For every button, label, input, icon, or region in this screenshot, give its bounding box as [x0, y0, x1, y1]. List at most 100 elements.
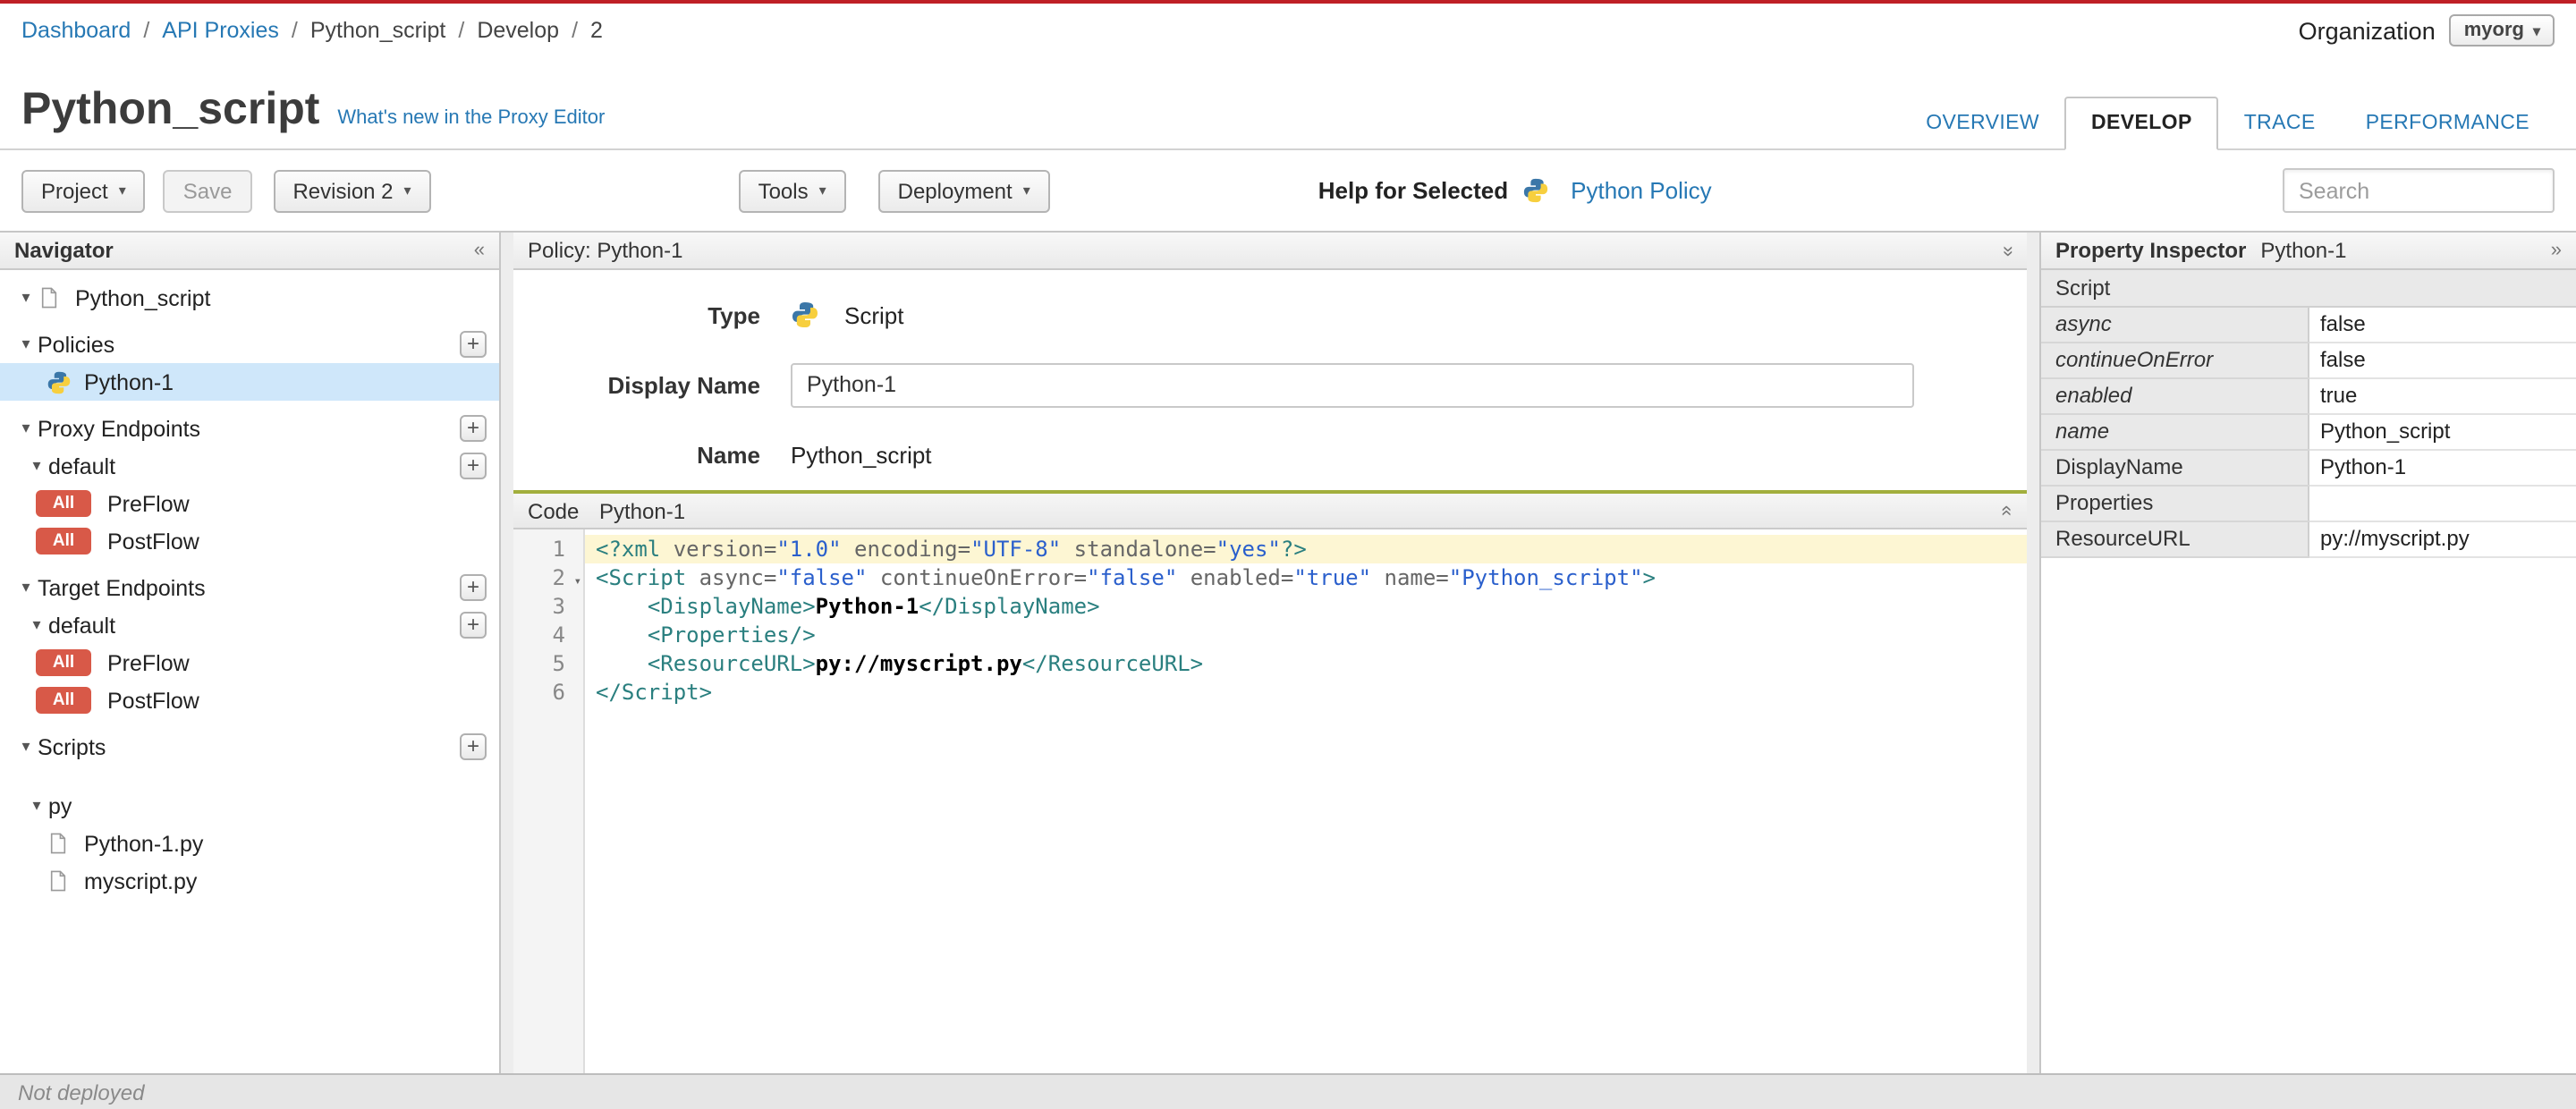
caret-down-icon[interactable]: ▾ — [25, 796, 48, 816]
tree-section-target-endpoints[interactable]: ▾ Target Endpoints + — [0, 569, 499, 606]
caret-down-icon[interactable]: ▾ — [14, 334, 38, 354]
tree-item-proxy-root[interactable]: ▾ Python_script — [0, 279, 499, 317]
tree-item-target-default[interactable]: ▾ default + — [0, 606, 499, 644]
caret-down-icon: ▾ — [403, 182, 411, 199]
code-gutter: 1 2 ▾ 3 4 5 6 — [513, 529, 585, 1073]
display-name-row: Display Name — [513, 361, 2027, 408]
collapse-navigator-icon[interactable]: « — [474, 240, 485, 260]
expand-inspector-icon[interactable]: » — [2551, 240, 2562, 260]
tab-performance[interactable]: PERFORMANCE — [2341, 98, 2555, 148]
breadcrumb-separator: / — [291, 18, 298, 43]
code-editor[interactable]: 1 2 ▾ 3 4 5 6 <?xml version="1.0" encoding="UT… — [513, 529, 2027, 1073]
deployment-button[interactable]: Deployment ▾ — [877, 169, 1050, 212]
top-bar: Dashboard / API Proxies / Python_script … — [0, 4, 2576, 57]
add-script-button[interactable]: + — [460, 733, 487, 760]
add-target-endpoint-button[interactable]: + — [460, 574, 487, 601]
property-inspector-pane: Property Inspector Python-1 » Script asy… — [2039, 233, 2576, 1073]
tree-item-label: PreFlow — [107, 650, 190, 675]
all-badge: All — [36, 490, 91, 517]
breadcrumb-revision: 2 — [590, 18, 603, 43]
caret-down-icon[interactable]: ▾ — [14, 288, 38, 308]
search-input[interactable] — [2283, 168, 2555, 213]
code-line[interactable]: </Script> — [585, 678, 2027, 707]
tree-item-python-1-py[interactable]: Python-1.py — [0, 825, 499, 862]
tree-item-label: Proxy Endpoints — [38, 416, 201, 441]
breadcrumb-develop: Develop — [477, 18, 560, 43]
tree-item-python-1[interactable]: Python-1 — [0, 363, 499, 401]
code-line[interactable]: <Properties/> — [585, 621, 2027, 649]
organization-select[interactable]: myorg ▾ — [2449, 14, 2555, 47]
inspector-splitter[interactable] — [2027, 233, 2039, 1073]
inspector-row-resourceurl: ResourceURL py://myscript.py — [2041, 521, 2576, 557]
navigator-splitter[interactable] — [501, 233, 513, 1073]
tree-item-proxy-postflow[interactable]: All PostFlow — [0, 522, 499, 560]
tab-overview[interactable]: OVERVIEW — [1901, 98, 2064, 148]
collapse-policy-icon[interactable]: » — [1997, 245, 2019, 256]
title-bar: Python_script What's new in the Proxy Ed… — [0, 57, 2576, 150]
caret-down-icon[interactable]: ▾ — [14, 578, 38, 597]
code-line[interactable]: <?xml version="1.0" encoding="UTF-8" sta… — [585, 535, 2027, 563]
caret-down-icon[interactable]: ▾ — [14, 737, 38, 757]
navigator-title: Navigator — [14, 238, 114, 263]
tree-section-proxy-endpoints[interactable]: ▾ Proxy Endpoints + — [0, 410, 499, 447]
add-flow-button[interactable]: + — [460, 453, 487, 479]
whats-new-link[interactable]: What's new in the Proxy Editor — [337, 107, 605, 148]
name-row: Name Python_script — [513, 431, 2027, 478]
view-tabs: OVERVIEW DEVELOP TRACE PERFORMANCE — [1901, 97, 2555, 150]
breadcrumb-api-proxies[interactable]: API Proxies — [162, 18, 279, 43]
code-line[interactable]: <ResourceURL>py://myscript.py</ResourceU… — [585, 649, 2027, 678]
add-policy-button[interactable]: + — [460, 331, 487, 358]
file-icon — [38, 284, 66, 311]
file-icon — [47, 830, 75, 857]
tools-button[interactable]: Tools ▾ — [738, 169, 846, 212]
caret-down-icon: ▾ — [118, 182, 126, 199]
tree-section-scripts[interactable]: ▾ Scripts + — [0, 728, 499, 766]
policy-header: Policy: Python-1 » — [513, 233, 2027, 270]
revision-button[interactable]: Revision 2 ▾ — [273, 169, 431, 212]
code-title: Python-1 — [599, 498, 686, 523]
display-name-input[interactable] — [791, 362, 1914, 407]
tree-section-policies[interactable]: ▾ Policies + — [0, 326, 499, 363]
tree-item-label: Python-1 — [84, 369, 174, 394]
add-flow-button[interactable]: + — [460, 612, 487, 639]
caret-down-icon[interactable]: ▾ — [25, 456, 48, 476]
code-tab-label: Code — [528, 498, 580, 523]
add-proxy-endpoint-button[interactable]: + — [460, 415, 487, 442]
tree-item-label: default — [48, 453, 116, 478]
code-header: Code Python-1 » — [513, 494, 2027, 529]
python-icon — [791, 301, 819, 328]
tree-item-target-preflow[interactable]: All PreFlow — [0, 644, 499, 681]
caret-down-icon[interactable]: ▾ — [14, 419, 38, 438]
inspector-header: Property Inspector Python-1 » — [2041, 233, 2576, 270]
python-policy-link[interactable]: Python Policy — [1522, 177, 1712, 204]
policy-pane-title: Policy: Python-1 — [528, 238, 683, 263]
code-content[interactable]: <?xml version="1.0" encoding="UTF-8" sta… — [585, 529, 2027, 1073]
breadcrumb: Dashboard / API Proxies / Python_script … — [21, 18, 603, 43]
code-line[interactable]: <Script async="false" continueOnError="f… — [585, 563, 2027, 592]
tree-item-proxy-default[interactable]: ▾ default + — [0, 447, 499, 485]
tools-button-label: Tools — [758, 178, 809, 203]
page-title: Python_script — [21, 84, 320, 134]
inspector-subtitle: Python-1 — [2260, 238, 2347, 263]
main-area: Navigator « ▾ Python_script ▾ Policies + — [0, 231, 2576, 1073]
property-name: DisplayName — [2041, 449, 2309, 486]
tree-item-target-postflow[interactable]: All PostFlow — [0, 681, 499, 719]
property-value: Python-1 — [2309, 449, 2576, 486]
tree-item-label: PostFlow — [107, 529, 199, 554]
tree-item-py-folder[interactable]: ▾ py — [0, 787, 499, 825]
project-button[interactable]: Project ▾ — [21, 169, 146, 212]
python-icon — [1522, 177, 1551, 204]
project-button-label: Project — [41, 178, 108, 203]
tab-trace[interactable]: TRACE — [2219, 98, 2341, 148]
tree-item-myscript-py[interactable]: myscript.py — [0, 862, 499, 900]
tab-develop[interactable]: DEVELOP — [2064, 97, 2219, 150]
property-value: true — [2309, 377, 2576, 414]
collapse-code-icon[interactable]: » — [1996, 505, 2017, 516]
caret-down-icon[interactable]: ▾ — [25, 615, 48, 635]
all-badge: All — [36, 687, 91, 714]
file-icon — [47, 868, 75, 894]
tree-item-proxy-preflow[interactable]: All PreFlow — [0, 485, 499, 522]
breadcrumb-dashboard[interactable]: Dashboard — [21, 18, 131, 43]
save-button[interactable]: Save — [163, 169, 252, 212]
code-line[interactable]: <DisplayName>Python-1</DisplayName> — [585, 592, 2027, 621]
